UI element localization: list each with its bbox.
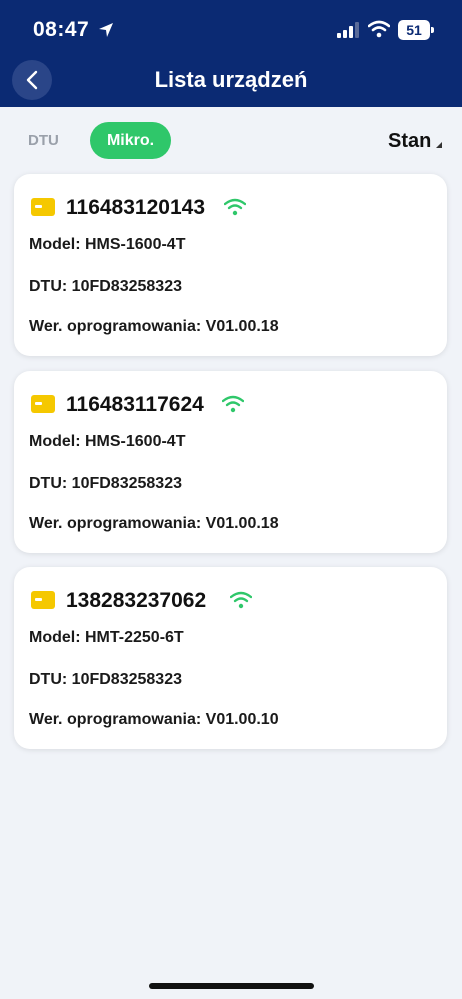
tab-dtu[interactable]: DTU: [28, 132, 59, 149]
device-firmware: Wer. oprogramowania: V01.00.18: [29, 515, 279, 533]
device-dtu: DTU: 10FD83258323: [29, 278, 182, 296]
firmware-value: V01.00.18: [205, 318, 279, 335]
home-indicator[interactable]: [149, 983, 314, 989]
firmware-label: Wer. oprogramowania:: [29, 515, 202, 532]
dtu-value: 10FD83258323: [71, 278, 182, 295]
dtu-label: DTU:: [29, 475, 68, 492]
location-arrow-icon: [99, 23, 113, 37]
firmware-label: Wer. oprogramowania:: [29, 318, 202, 335]
status-time: 08:47: [33, 18, 90, 41]
model-label: Model:: [29, 236, 81, 253]
model-label: Model:: [29, 629, 81, 646]
wifi-online-icon: [224, 198, 246, 216]
device-icon: [31, 591, 55, 609]
dtu-label: DTU:: [29, 278, 68, 295]
firmware-value: V01.00.18: [205, 515, 279, 532]
device-serial: 138283237062: [66, 589, 207, 612]
wifi-online-icon: [230, 591, 252, 609]
device-firmware: Wer. oprogramowania: V01.00.10: [29, 711, 279, 729]
device-icon: [31, 395, 55, 413]
app-header: 08:47 51 Lista urządzeń: [0, 0, 462, 107]
sort-button[interactable]: Stan: [388, 130, 431, 153]
device-card[interactable]: 116483120143 Model: HMS-1600-4T DTU: 10F…: [14, 174, 447, 356]
sort-caret-icon: [436, 142, 442, 148]
device-card[interactable]: 116483117624 Model: HMS-1600-4T DTU: 10F…: [14, 371, 447, 553]
cellular-signal-icon: [337, 22, 359, 38]
device-firmware: Wer. oprogramowania: V01.00.18: [29, 318, 279, 336]
device-dtu: DTU: 10FD83258323: [29, 475, 182, 493]
device-icon: [31, 198, 55, 216]
device-serial: 116483117624: [66, 393, 204, 416]
device-model: Model: HMS-1600-4T: [29, 236, 185, 254]
dtu-value: 10FD83258323: [71, 475, 182, 492]
device-serial: 116483120143: [66, 196, 205, 219]
dtu-value: 10FD83258323: [71, 671, 182, 688]
model-label: Model:: [29, 433, 81, 450]
battery-icon: 51: [398, 20, 434, 40]
wifi-icon: [368, 20, 390, 38]
model-value: HMS-1600-4T: [85, 433, 186, 450]
dtu-label: DTU:: [29, 671, 68, 688]
page-title: Lista urządzeń: [154, 67, 308, 92]
firmware-value: V01.00.10: [205, 711, 279, 728]
firmware-label: Wer. oprogramowania:: [29, 711, 202, 728]
model-value: HMT-2250-6T: [85, 629, 184, 646]
model-value: HMS-1600-4T: [85, 236, 186, 253]
device-dtu: DTU: 10FD83258323: [29, 671, 182, 689]
device-model: Model: HMS-1600-4T: [29, 433, 185, 451]
device-model: Model: HMT-2250-6T: [29, 629, 184, 647]
tab-mikro[interactable]: Mikro.: [90, 122, 171, 159]
wifi-online-icon: [222, 395, 244, 413]
device-card[interactable]: 138283237062 Model: HMT-2250-6T DTU: 10F…: [14, 567, 447, 749]
